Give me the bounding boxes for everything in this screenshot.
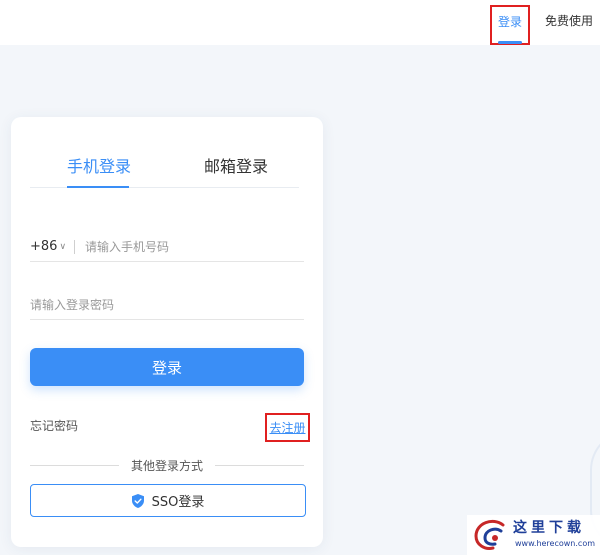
watermark-url: www.herecown.com [515, 539, 595, 548]
register-link-label: 去注册 [269, 421, 306, 435]
login-button-label: 登录 [151, 358, 182, 377]
country-code-value: +86 [30, 239, 58, 254]
register-link[interactable]: 去注册 [265, 413, 310, 442]
forgot-password-link[interactable]: 忘记密码 [30, 417, 78, 434]
divider-line-left [30, 464, 119, 466]
top-bar: 登录 免费使用 [0, 0, 600, 45]
phone-field: +86 ∨ [30, 232, 304, 262]
tab-email-login[interactable]: 邮箱登录 [204, 153, 268, 177]
shield-icon [131, 493, 144, 508]
login-card: 手机登录 邮箱登录 +86 ∨ 登录 忘记密码 去注册 其他登录方式 SSO登录 [11, 117, 323, 547]
nav-active-indicator [498, 41, 522, 44]
password-input[interactable] [30, 297, 304, 312]
password-field [30, 290, 304, 320]
watermark-logo-icon [473, 519, 509, 555]
sso-login-button[interactable]: SSO登录 [30, 484, 306, 517]
other-methods-divider: 其他登录方式 [30, 457, 305, 473]
divider-line-right [215, 464, 305, 466]
active-tab-indicator [67, 186, 129, 188]
chevron-down-icon: ∨ [59, 241, 67, 252]
tab-phone-login[interactable]: 手机登录 [67, 153, 131, 177]
sso-login-label: SSO登录 [151, 495, 205, 510]
nav-login-label: 登录 [497, 15, 522, 29]
country-code-select[interactable]: +86 ∨ [30, 239, 66, 254]
watermark-title: 这里下载 [513, 520, 585, 536]
nav-login-link[interactable]: 登录 [490, 5, 530, 45]
field-separator [74, 239, 76, 254]
watermark: 这里下载 www.herecown.com [467, 515, 600, 555]
nav-free-trial-link[interactable]: 免费使用 [545, 12, 593, 29]
login-tabs: 手机登录 邮箱登录 [30, 143, 299, 188]
login-button[interactable]: 登录 [30, 348, 304, 386]
other-methods-label: 其他登录方式 [131, 458, 204, 473]
phone-input[interactable] [85, 239, 304, 254]
